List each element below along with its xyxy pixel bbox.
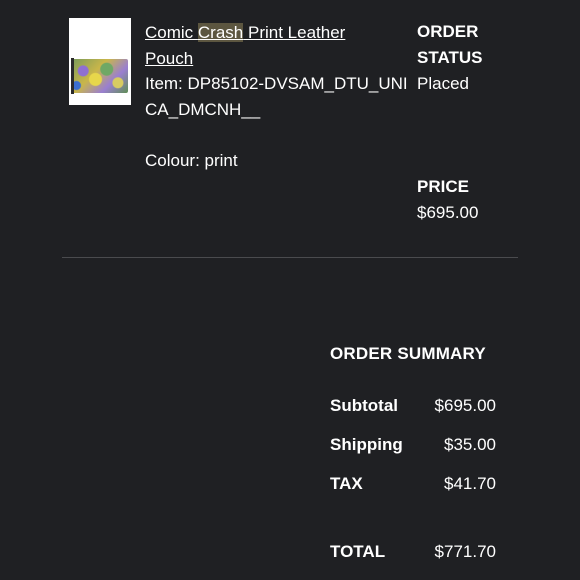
order-status-value: Placed [417,74,469,93]
product-title-part-1: Comic [145,23,198,42]
product-title: Comic Crash Print Leather Pouch [145,20,395,72]
order-status-block: ORDER STATUS Placed [417,19,537,97]
pouch-image [72,59,128,93]
product-item-code: Item: DP85102-DVSAM_DTU_UNICA_DMCNH__ [145,74,408,119]
price-value: $695.00 [417,203,479,222]
section-divider [62,257,518,258]
order-details-page: Comic Crash Print Leather Pouch Item: DP… [0,0,580,580]
subtotal-value: $695.00 [434,396,496,415]
product-colour: Colour: print [145,151,238,170]
product-title-link[interactable]: Comic Crash Print Leather Pouch [145,23,345,68]
price-block: PRICE $695.00 [417,174,537,226]
order-status-heading: ORDER STATUS [417,22,483,67]
pouch-strap [71,58,74,94]
product-title-highlight: Crash [197,23,244,42]
price-heading: PRICE [417,177,469,196]
order-summary-title: ORDER SUMMARY [330,344,486,363]
subtotal-label: Subtotal [330,396,398,415]
shipping-value: $35.00 [444,435,496,454]
tax-label: TAX [330,474,363,493]
shipping-label: Shipping [330,435,403,454]
total-label: TOTAL [330,542,386,561]
tax-value: $41.70 [444,474,496,493]
total-value: $771.70 [434,542,496,561]
product-thumbnail[interactable] [69,18,131,105]
